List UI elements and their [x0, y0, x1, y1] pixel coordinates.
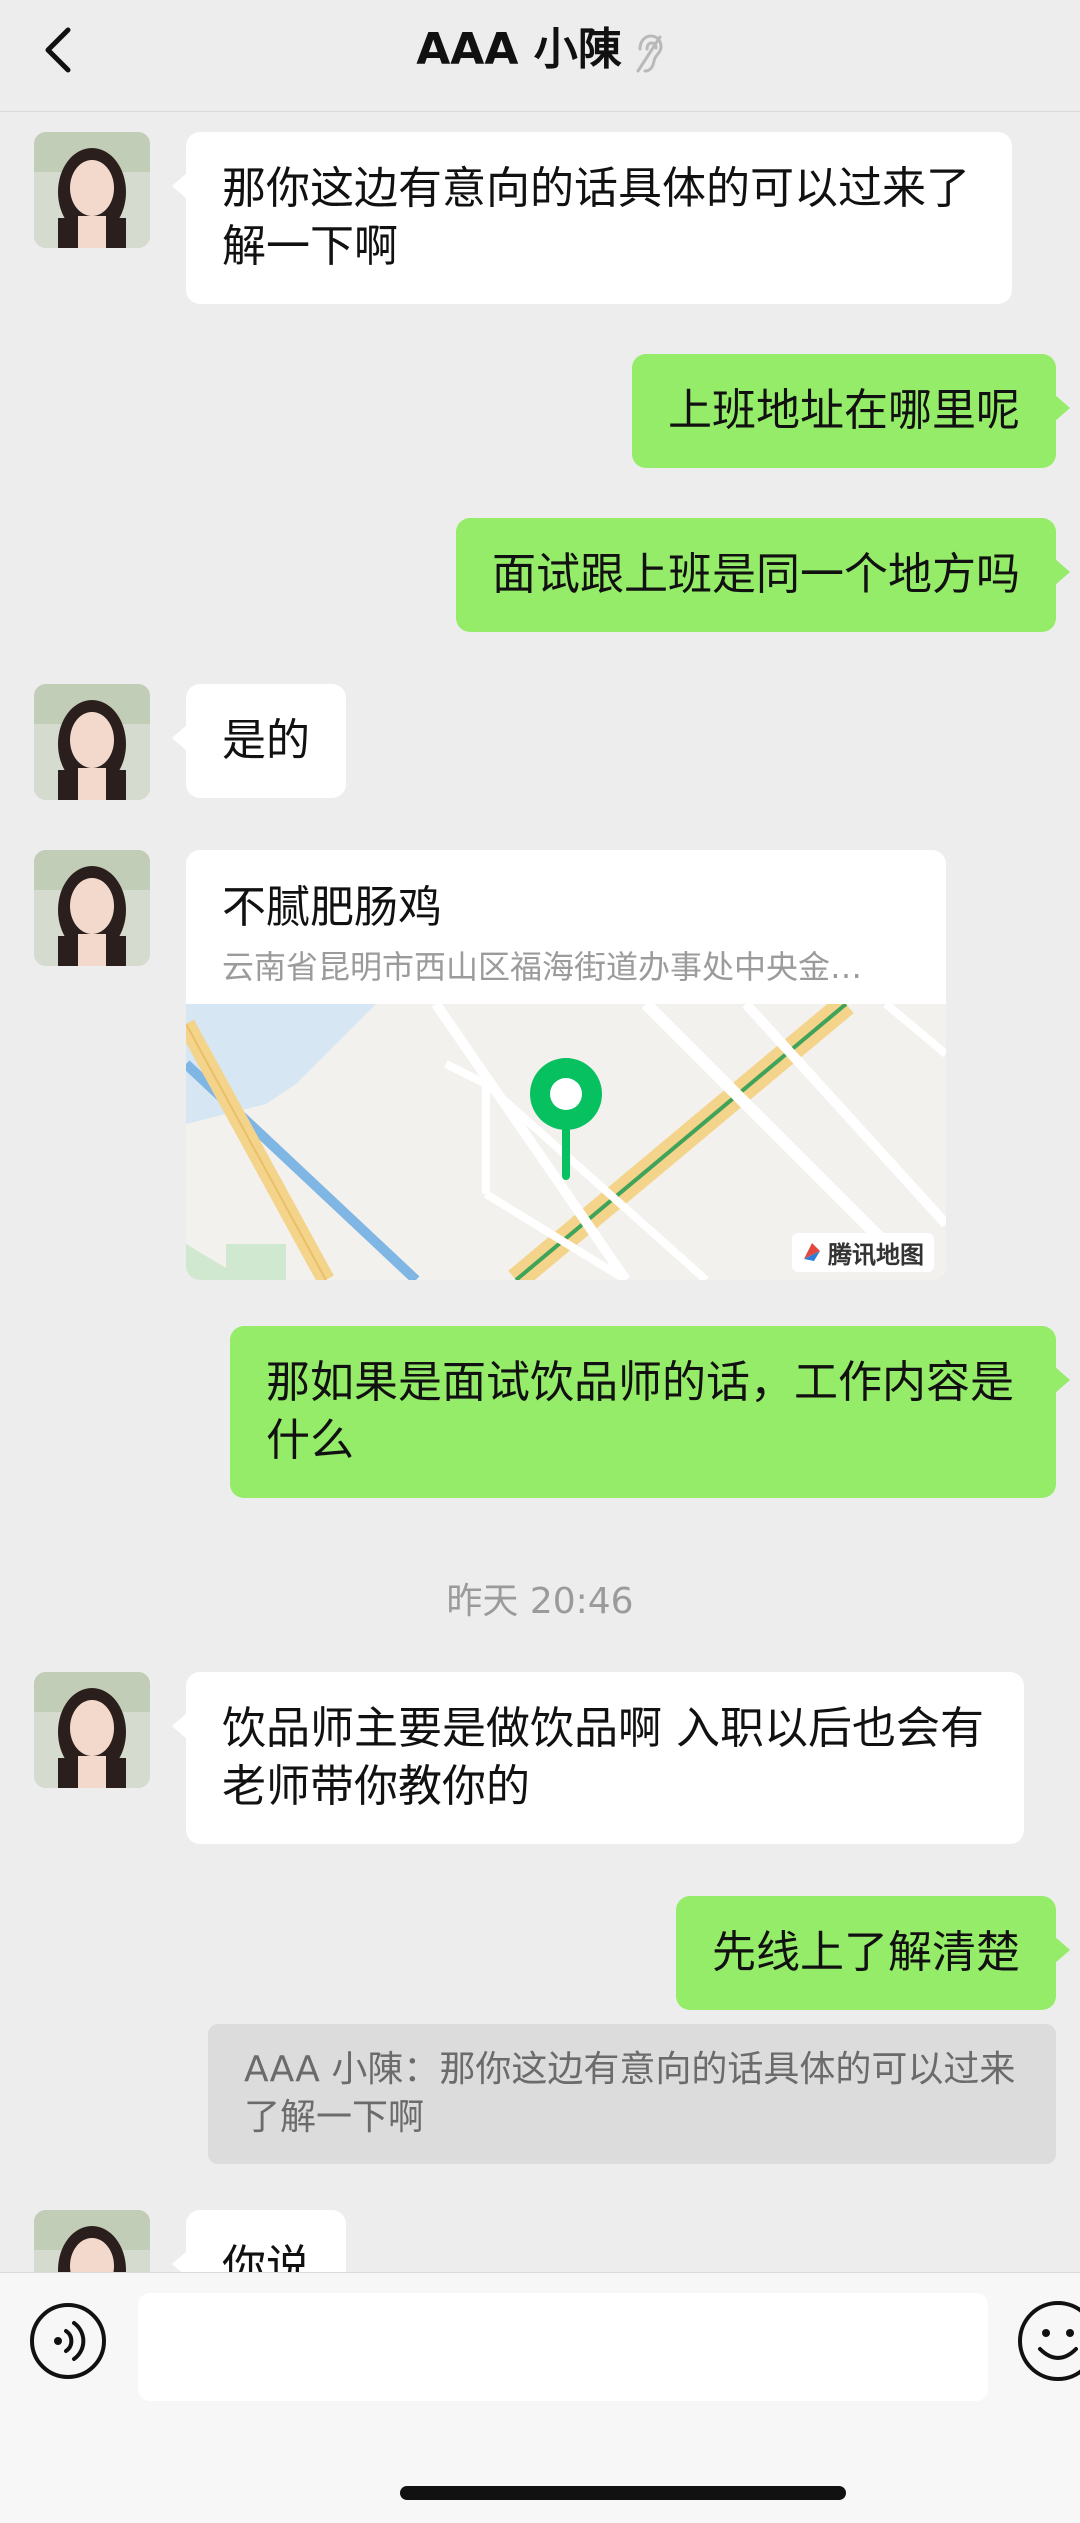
- message-text: 面试跟上班是同一个地方吗: [492, 549, 1020, 600]
- message-text: 饮品师主要是做饮品啊 入职以后也会有老师带你教你的: [222, 1703, 984, 1812]
- message-bubble[interactable]: 那你这边有意向的话具体的可以过来了解一下啊: [172, 132, 1012, 304]
- message-bubble[interactable]: 是的: [172, 684, 346, 798]
- message-text: 是的: [222, 715, 310, 766]
- message-text: 那你这边有意向的话具体的可以过来了解一下啊: [222, 163, 970, 272]
- timestamp-label: 昨天 20:46: [446, 1581, 634, 1622]
- message-bubble[interactable]: 饮品师主要是做饮品啊 入职以后也会有老师带你教你的: [172, 1672, 1024, 1844]
- message-list[interactable]: 那你这边有意向的话具体的可以过来了解一下啊 上班地址在哪里呢 面试跟上班是同一个…: [0, 112, 1080, 2272]
- location-map[interactable]: 腾讯地图: [186, 994, 946, 1280]
- home-indicator: [400, 2486, 846, 2500]
- location-card[interactable]: 不腻肥肠鸡 云南省昆明市西山区福海街道办事处中央金… 腾讯地图: [186, 850, 946, 1280]
- avatar[interactable]: [34, 1672, 150, 1788]
- location-name: 不腻肥肠鸡: [222, 882, 442, 933]
- emoji-icon[interactable]: [1016, 2299, 1080, 2383]
- avatar[interactable]: [34, 850, 150, 966]
- avatar[interactable]: [34, 132, 150, 248]
- chat-header: AAA 小陳: [0, 0, 1080, 112]
- message-bubble[interactable]: 那如果是面试饮品师的话，工作内容是什么: [230, 1326, 1070, 1498]
- message-input[interactable]: [138, 2293, 988, 2401]
- map-credit-text: 腾讯地图: [828, 1241, 924, 1269]
- tencent-map-logo-icon: [800, 1239, 824, 1263]
- message-bubble[interactable]: 面试跟上班是同一个地方吗: [456, 518, 1070, 632]
- message-bubble[interactable]: 你说: [172, 2210, 346, 2272]
- chat-title: AAA 小陳: [0, 20, 1080, 80]
- location-address: 云南省昆明市西山区福海街道办事处中央金…: [222, 948, 863, 986]
- voice-icon[interactable]: [28, 2301, 108, 2381]
- message-text: 你说: [222, 2241, 310, 2272]
- ear-icon: [634, 31, 664, 73]
- avatar[interactable]: [34, 684, 150, 800]
- message-text: 那如果是面试饮品师的话，工作内容是什么: [266, 1357, 1014, 1466]
- message-text: 上班地址在哪里呢: [668, 385, 1020, 436]
- message-text: 先线上了解清楚: [712, 1927, 1020, 1978]
- message-bubble[interactable]: 先线上了解清楚: [676, 1896, 1070, 2010]
- message-bubble[interactable]: 上班地址在哪里呢: [632, 354, 1070, 468]
- chat-title-text: AAA 小陳: [416, 24, 622, 75]
- map-credit: 腾讯地图: [792, 1233, 934, 1272]
- avatar[interactable]: [34, 2210, 150, 2272]
- quoted-message[interactable]: AAA 小陳：那你这边有意向的话具体的可以过来了解一下啊: [208, 2024, 1056, 2164]
